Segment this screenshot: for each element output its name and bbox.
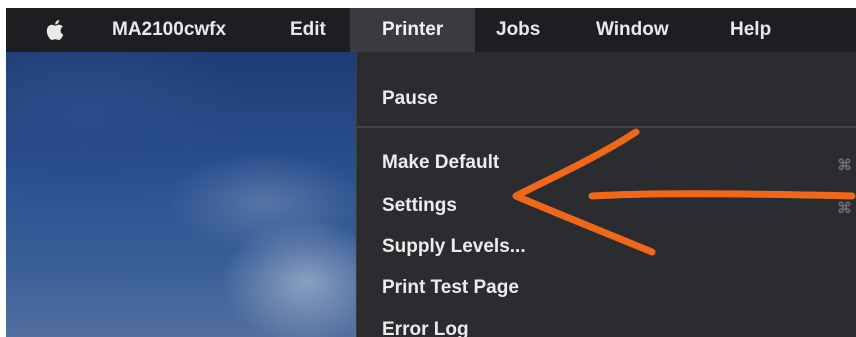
menu-item-print-test-page[interactable]: Print Test Page bbox=[382, 277, 519, 299]
menu-window[interactable]: Window bbox=[596, 8, 669, 52]
menu-jobs[interactable]: Jobs bbox=[496, 8, 540, 52]
command-key-icon: ⌘ bbox=[837, 200, 852, 217]
menu-help[interactable]: Help bbox=[730, 8, 771, 52]
apple-icon[interactable] bbox=[46, 18, 66, 42]
printer-menu-dropdown: Pause Make Default ⌘ Settings ⌘ Supply L… bbox=[356, 52, 856, 337]
menu-app-name[interactable]: MA2100cwfx bbox=[112, 8, 226, 52]
menu-separator bbox=[357, 126, 856, 128]
menu-item-error-log[interactable]: Error Log bbox=[382, 319, 469, 337]
menu-item-pause[interactable]: Pause bbox=[382, 88, 438, 110]
menu-item-supply-levels[interactable]: Supply Levels... bbox=[382, 236, 526, 258]
desktop-wallpaper bbox=[6, 52, 356, 337]
screenshot-frame: MA2100cwfx Edit Printer Jobs Window Help… bbox=[0, 0, 856, 337]
menu-edit[interactable]: Edit bbox=[290, 8, 326, 52]
desktop: MA2100cwfx Edit Printer Jobs Window Help… bbox=[6, 8, 856, 337]
menu-printer[interactable]: Printer bbox=[350, 8, 476, 52]
command-key-icon: ⌘ bbox=[837, 157, 852, 174]
menu-bar: MA2100cwfx Edit Printer Jobs Window Help bbox=[6, 8, 856, 52]
menu-item-make-default[interactable]: Make Default bbox=[382, 152, 499, 174]
menu-item-settings[interactable]: Settings bbox=[382, 195, 457, 217]
